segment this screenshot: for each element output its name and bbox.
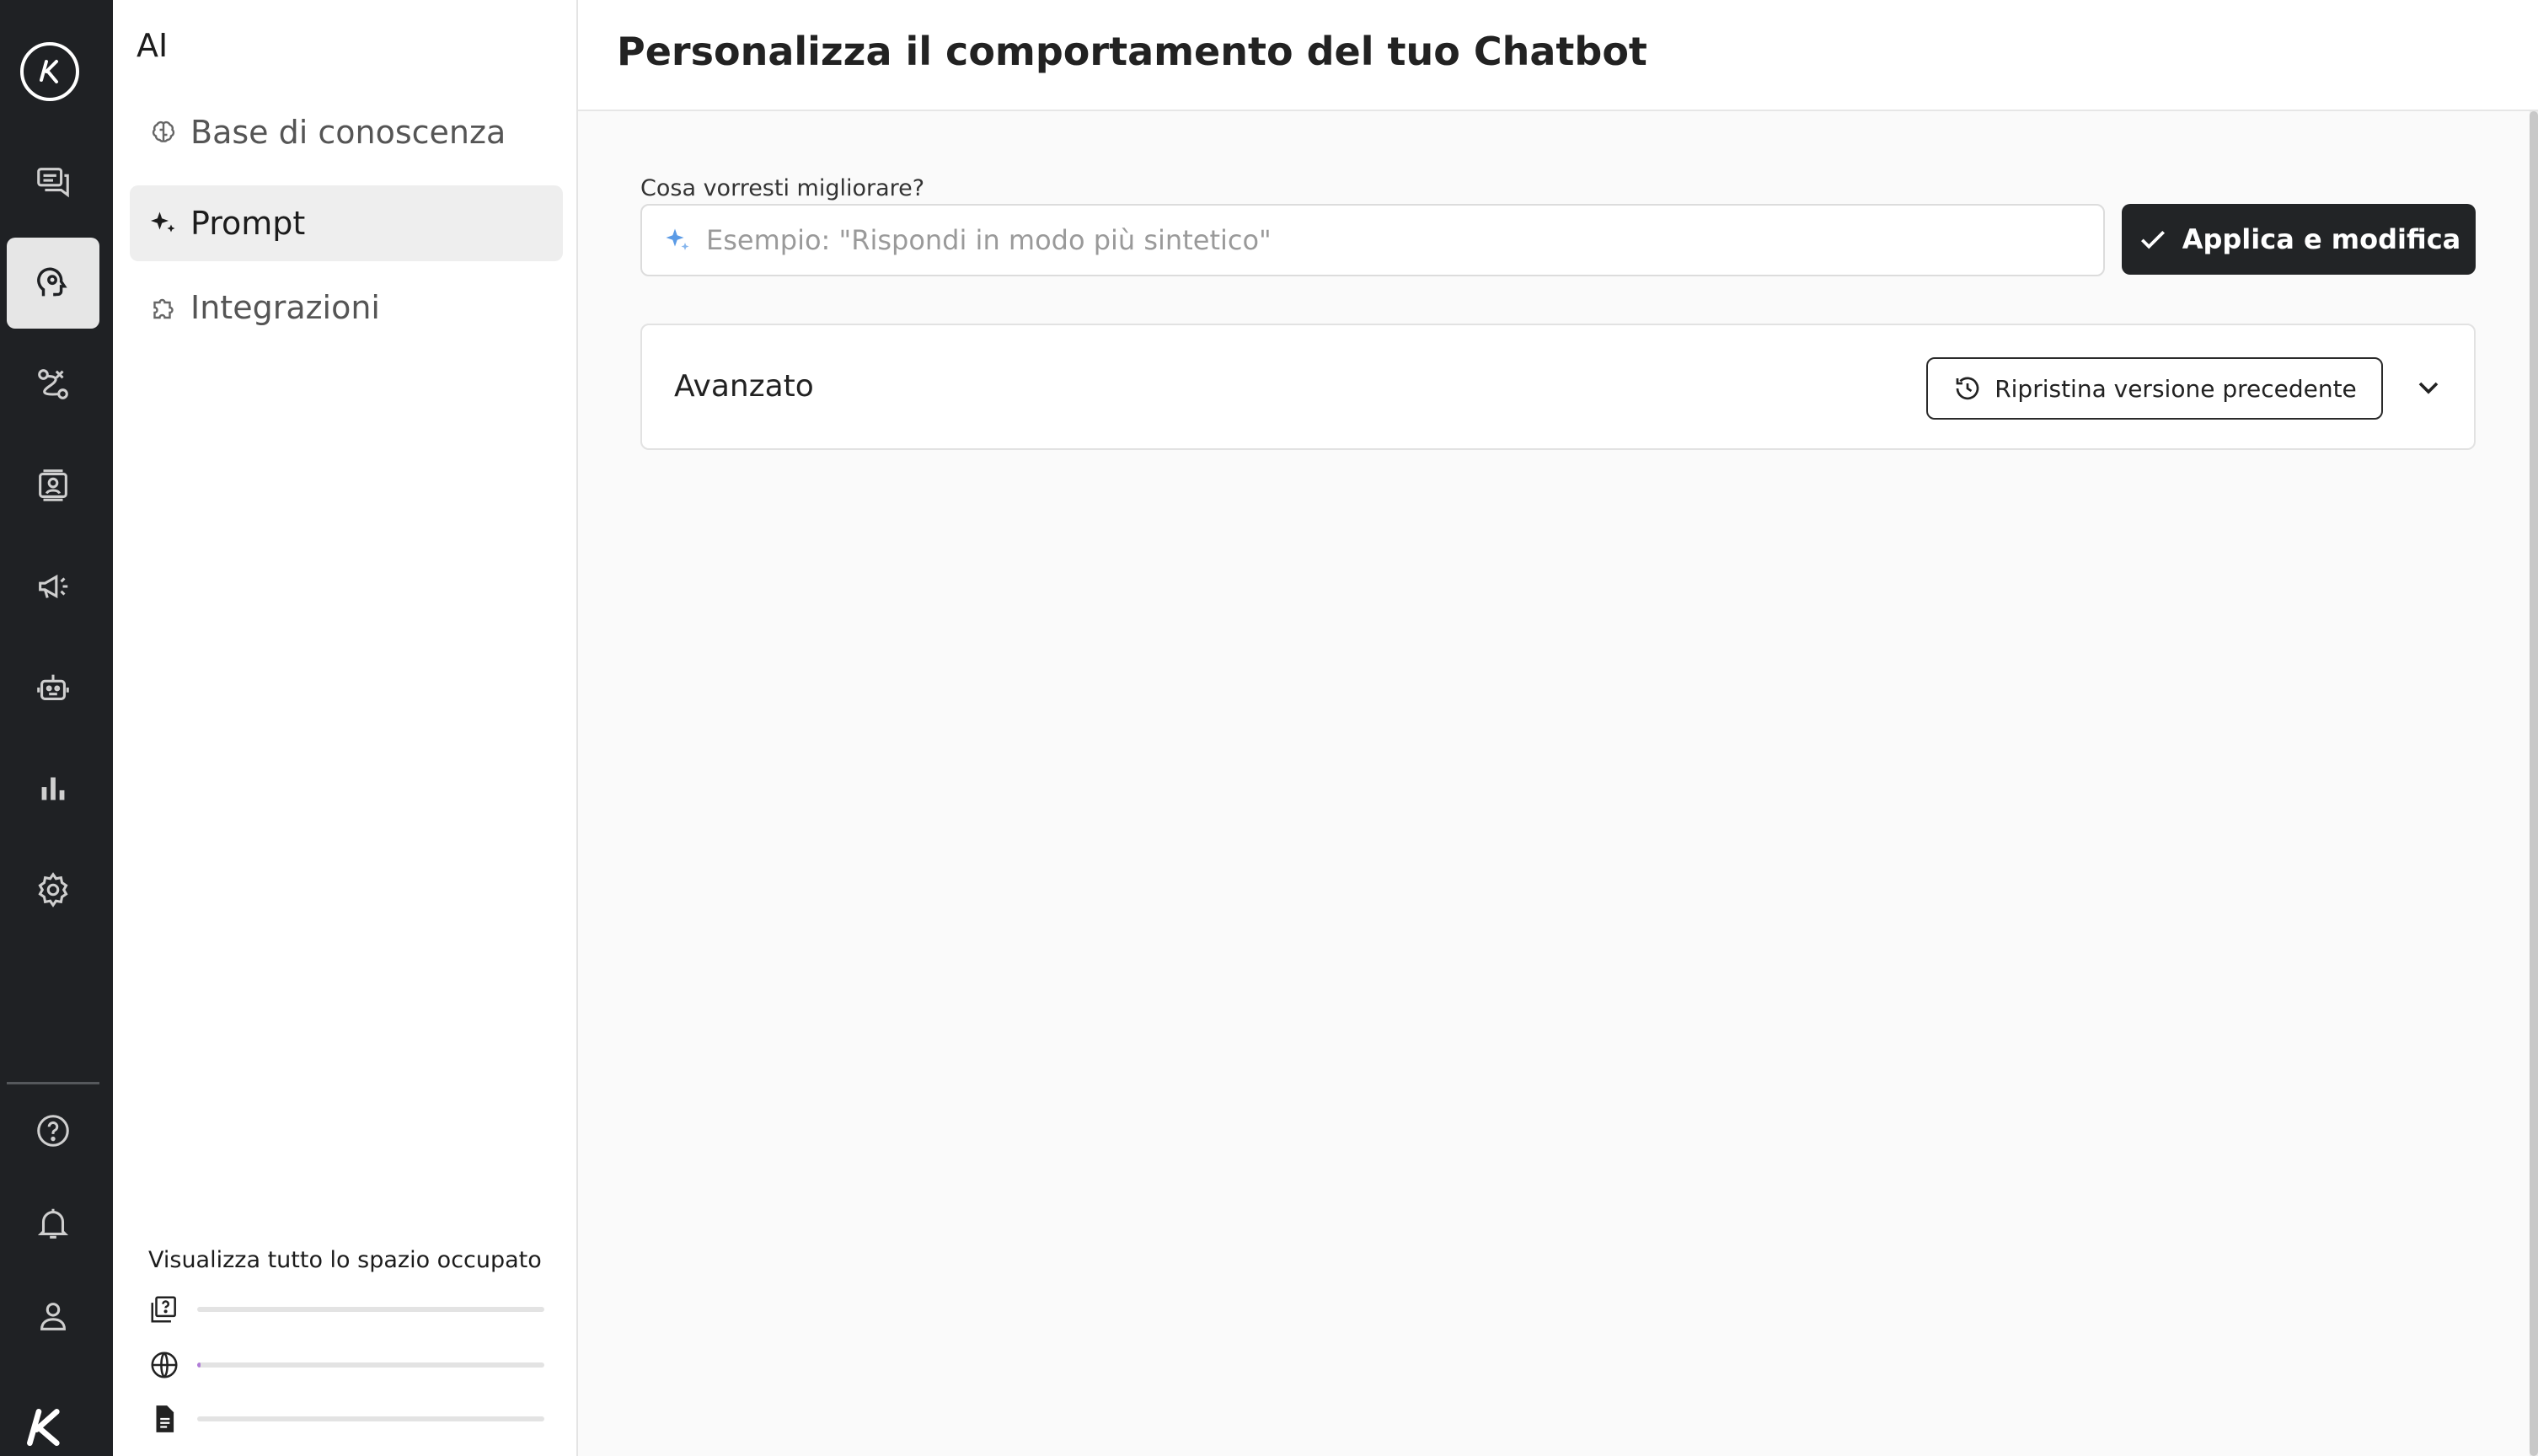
sidebar-item-integrations[interactable]: Integrazioni [130, 270, 563, 345]
help-icon[interactable] [7, 1085, 99, 1176]
sidebar-item-label: Prompt [190, 205, 306, 242]
bell-icon[interactable] [7, 1178, 99, 1269]
usage-row-faq [148, 1293, 544, 1326]
megaphone-icon[interactable] [7, 541, 99, 632]
document-icon [156, 1405, 174, 1432]
faq-icon [151, 1296, 176, 1323]
usage-bar-web [197, 1362, 544, 1368]
scrollbar-thumb[interactable] [2530, 111, 2538, 1456]
flows-icon[interactable] [7, 339, 99, 430]
history-icon [1956, 377, 1979, 400]
ai-sparkle-icon [666, 228, 689, 250]
contacts-icon[interactable] [7, 440, 99, 531]
check-icon [2140, 230, 2165, 249]
usage-row-web [148, 1348, 544, 1382]
globe-icon [151, 1352, 178, 1378]
page-header: Personalizza il comportamento del tuo Ch… [578, 0, 2538, 111]
chevron-down-icon[interactable] [2412, 371, 2445, 404]
usage-row-documents [148, 1402, 544, 1436]
bar-chart-icon[interactable] [7, 743, 99, 834]
sparkle-icon [151, 211, 175, 233]
main-content: Personalizza il comportamento del tuo Ch… [578, 0, 2538, 1456]
advanced-section[interactable]: Avanzato Ripristina versione precedente [640, 324, 2476, 450]
usage-bar-documents [197, 1416, 544, 1421]
sidebar-item-label: Base di conoscenza [190, 114, 506, 151]
improve-field-label: Cosa vorresti migliorare? [640, 175, 925, 201]
ai-sidebar: AI Base di conoscenza Prompt Integrazion… [113, 0, 578, 1456]
user-icon[interactable] [7, 1271, 99, 1362]
robot-icon[interactable] [7, 642, 99, 733]
usage-bar-faq [197, 1307, 544, 1312]
page-title: Personalizza il comportamento del tuo Ch… [617, 29, 1647, 74]
restore-previous-version-button[interactable]: Ripristina versione precedente [1926, 357, 2383, 420]
improve-input[interactable] [704, 223, 2103, 257]
puzzle-icon [153, 298, 174, 319]
chat-icon[interactable] [7, 136, 99, 228]
rail-divider [7, 1082, 99, 1084]
sidebar-title: AI [137, 27, 169, 64]
apply-button-label: Applica e modifica [2182, 223, 2461, 255]
main-scrollbar[interactable] [2530, 111, 2538, 1456]
brand-mark-icon [20, 1405, 71, 1449]
sidebar-item-knowledge-base[interactable]: Base di conoscenza [130, 94, 563, 170]
brain-icon [152, 120, 175, 142]
improve-input-wrapper[interactable] [640, 204, 2105, 276]
usage-title[interactable]: Visualizza tutto lo spazio occupato [148, 1247, 542, 1273]
gear-icon[interactable] [7, 844, 99, 935]
restore-button-label: Ripristina versione precedente [1995, 374, 2357, 403]
ai-head-icon[interactable] [7, 238, 99, 329]
advanced-title: Avanzato [674, 369, 814, 404]
apply-and-modify-button[interactable]: Applica e modifica [2122, 204, 2476, 275]
brand-logo-icon[interactable] [20, 42, 79, 101]
sidebar-item-label: Integrazioni [190, 289, 380, 326]
icon-rail [0, 0, 113, 1456]
sidebar-item-prompt[interactable]: Prompt [130, 185, 563, 261]
